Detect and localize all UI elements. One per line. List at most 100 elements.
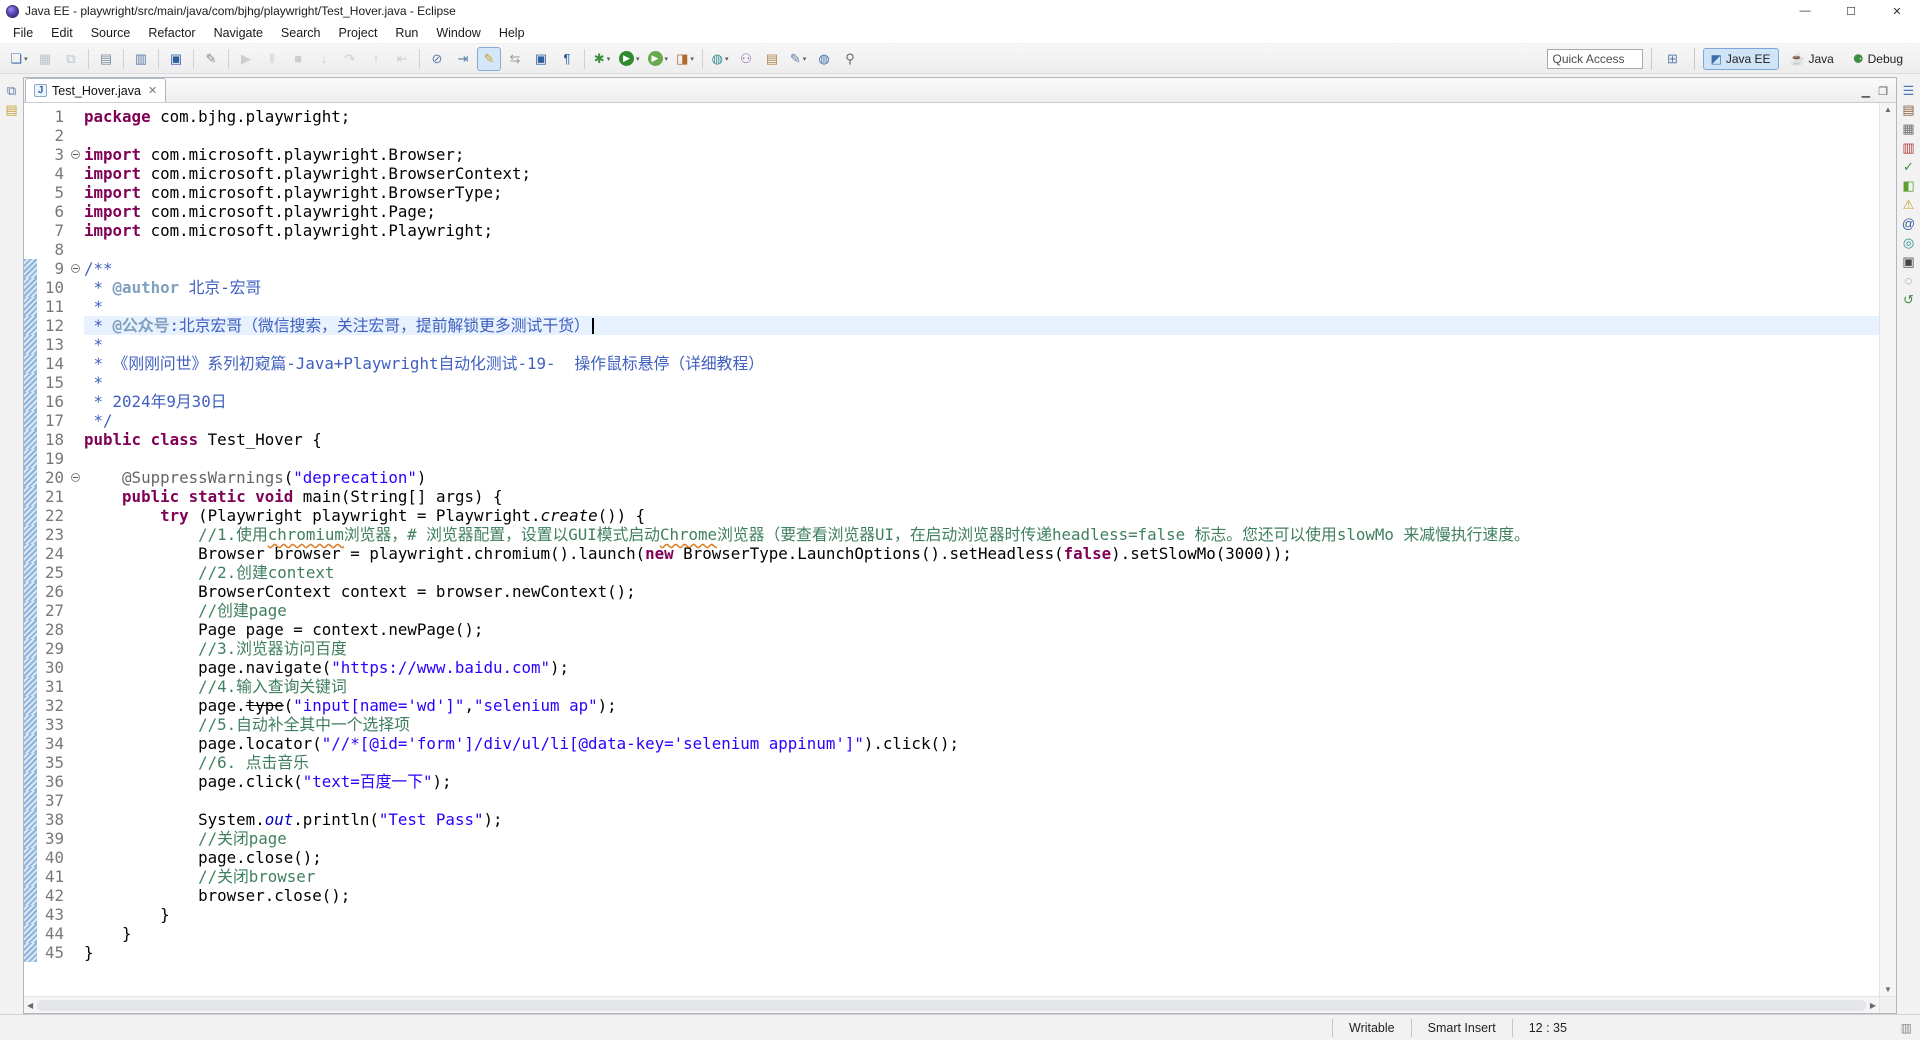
code-text[interactable]: public class Test_Hover { [84,430,1879,449]
horizontal-scroll-thumb[interactable] [37,1000,1866,1011]
code-line-13[interactable]: 13 * [24,335,1879,354]
code-text[interactable]: /** [84,259,1879,278]
code-text[interactable]: * [84,335,1879,354]
menu-help[interactable]: Help [490,24,534,42]
code-line-11[interactable]: 11 * [24,297,1879,316]
code-text[interactable]: } [84,943,1879,962]
coverage-view-icon[interactable]: ◧ [1902,179,1914,192]
code-text[interactable]: import com.microsoft.playwright.Browser; [84,145,1879,164]
menu-edit[interactable]: Edit [42,24,82,42]
code-text[interactable] [84,449,1879,468]
code-line-15[interactable]: 15 * [24,373,1879,392]
task-list-view-icon[interactable]: ▤ [1902,103,1914,116]
collapse-icon[interactable] [71,264,80,273]
code-text[interactable]: package com.bjhg.playwright; [84,107,1879,126]
properties-view-icon[interactable]: ▦ [1902,122,1914,135]
code-line-3[interactable]: 3import com.microsoft.playwright.Browser… [24,145,1879,164]
code-text[interactable]: //5.自动补全其中一个选择项 [84,715,1879,734]
servers-view-icon[interactable]: ▥ [1902,141,1914,154]
mark-occurrences-toggle[interactable]: ✎ [477,47,501,71]
step-filters-button[interactable]: ⇥ [451,47,475,71]
menu-source[interactable]: Source [82,24,140,42]
code-text[interactable]: //关闭browser [84,867,1879,886]
code-line-30[interactable]: 30 page.navigate("https://www.baidu.com"… [24,658,1879,677]
outline-view-icon[interactable]: ☰ [1903,84,1915,97]
code-text[interactable]: page.locator("//*[@id='form']/div/ul/li[… [84,734,1879,753]
maximize-editor-icon[interactable]: ❐ [1878,85,1888,98]
close-tab-icon[interactable]: ✕ [148,84,157,97]
code-text[interactable]: import com.microsoft.playwright.BrowserT… [84,183,1879,202]
code-line-43[interactable]: 43 } [24,905,1879,924]
scroll-right-icon[interactable]: ▶ [1870,1001,1876,1010]
debug-launch-button[interactable]: ✱▾ [590,47,614,71]
code-text[interactable]: BrowserContext context = browser.newCont… [84,582,1879,601]
code-line-4[interactable]: 4import com.microsoft.playwright.Browser… [24,164,1879,183]
code-text[interactable]: page.close(); [84,848,1879,867]
console-view-icon[interactable]: ▣ [1902,255,1914,268]
edit-annotation-button[interactable]: ✎ [199,47,223,71]
code-text[interactable]: * [84,373,1879,392]
code-line-8[interactable]: 8 [24,240,1879,259]
code-text[interactable]: //4.输入查询关键词 [84,677,1879,696]
code-line-35[interactable]: 35 //6. 点击音乐 [24,753,1879,772]
code-text[interactable]: */ [84,411,1879,430]
code-line-2[interactable]: 2 [24,126,1879,145]
perspective-java[interactable]: ☕Java [1782,48,1842,70]
external-tools-launch-button[interactable]: ◨▾ [673,47,697,71]
code-line-22[interactable]: 22 try (Playwright playwright = Playwrig… [24,506,1879,525]
junit-view-icon[interactable]: ✓ [1903,160,1914,173]
maximize-window-button[interactable]: ☐ [1828,0,1874,22]
code-text[interactable]: //关闭page [84,829,1879,848]
code-text[interactable]: import com.microsoft.playwright.BrowserC… [84,164,1879,183]
scroll-left-icon[interactable]: ◀ [27,1001,33,1010]
code-line-9[interactable]: 9/** [24,259,1879,278]
code-text[interactable]: import com.microsoft.playwright.Playwrig… [84,221,1879,240]
print-button[interactable]: ▤ [94,47,118,71]
perspective-java-ee[interactable]: ◩Java EE [1703,48,1779,70]
search-button[interactable]: ⚲ [838,47,862,71]
dropdown-caret-icon[interactable]: ▾ [665,55,669,63]
code-line-12[interactable]: 12 * @公众号:北京宏哥（微信搜索，关注宏哥，提前解锁更多测试干货） [24,316,1879,335]
code-editor[interactable]: 1package com.bjhg.playwright;23import co… [24,103,1879,996]
dropdown-caret-icon[interactable]: ▾ [725,55,729,63]
problems-view-icon[interactable]: ⚠ [1903,198,1915,211]
dropdown-caret-icon[interactable]: ▾ [607,55,611,63]
code-line-14[interactable]: 14 * 《刚刚问世》系列初窥篇-Java+Playwright自动化测试-19… [24,354,1879,373]
skip-breakpoints-button[interactable]: ⊘ [425,47,449,71]
code-text[interactable]: * @公众号:北京宏哥（微信搜索，关注宏哥，提前解锁更多测试干货） [84,316,1879,335]
code-line-44[interactable]: 44 } [24,924,1879,943]
code-line-28[interactable]: 28 Page page = context.newPage(); [24,620,1879,639]
code-text[interactable]: try (Playwright playwright = Playwright.… [84,506,1879,525]
dropdown-caret-icon[interactable]: ▾ [636,55,640,63]
minimize-window-button[interactable]: — [1782,0,1828,22]
code-line-10[interactable]: 10 * @author 北京-宏哥 [24,278,1879,297]
coverage-launch-button[interactable]: ▶▾ [645,47,672,71]
dropdown-caret-icon[interactable]: ▾ [690,55,694,63]
open-web-browser-button[interactable]: ◍ [812,47,836,71]
code-line-34[interactable]: 34 page.locator("//*[@id='form']/div/ul/… [24,734,1879,753]
code-line-26[interactable]: 26 BrowserContext context = browser.newC… [24,582,1879,601]
minimize-editor-icon[interactable]: ▁ [1862,85,1870,98]
code-line-23[interactable]: 23 //1.使用chromium浏览器，# 浏览器配置，设置以GUI模式启动C… [24,525,1879,544]
code-line-21[interactable]: 21 public static void main(String[] args… [24,487,1879,506]
code-line-18[interactable]: 18public class Test_Hover { [24,430,1879,449]
declaration-view-icon[interactable]: ◎ [1903,236,1914,249]
code-line-27[interactable]: 27 //创建page [24,601,1879,620]
code-line-24[interactable]: 24 Browser browser = playwright.chromium… [24,544,1879,563]
code-text[interactable]: browser.close(); [84,886,1879,905]
project-explorer-icon[interactable]: ▤ [5,103,17,116]
team-sync-button[interactable]: ⚇ [734,47,758,71]
history-view-icon[interactable]: ↺ [1903,293,1914,306]
link-with-editor-button[interactable]: ⇆ [503,47,527,71]
code-text[interactable]: //3.浏览器访问百度 [84,639,1879,658]
dropdown-caret-icon[interactable]: ▾ [803,55,807,63]
open-perspective-button[interactable]: ⊞ [1661,47,1685,71]
menu-navigate[interactable]: Navigate [205,24,272,42]
open-task-button[interactable]: ▤ [760,47,784,71]
code-line-42[interactable]: 42 browser.close(); [24,886,1879,905]
code-text[interactable]: System.out.println("Test Pass"); [84,810,1879,829]
code-text[interactable]: //2.创建context [84,563,1879,582]
scroll-down-icon[interactable]: ▼ [1884,985,1892,994]
code-line-31[interactable]: 31 //4.输入查询关键词 [24,677,1879,696]
quick-access-input[interactable] [1547,49,1643,69]
